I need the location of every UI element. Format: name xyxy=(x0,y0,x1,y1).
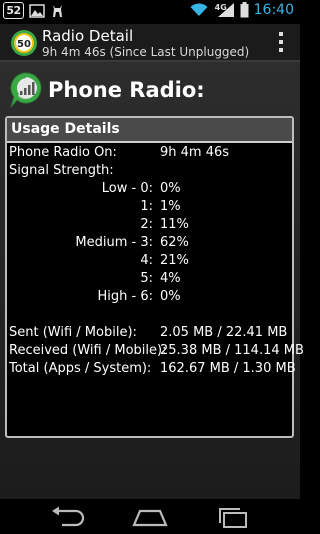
action-bar: 50 Radio Detail 9h 4m 46s (Since Last Un… xyxy=(0,24,300,60)
received-row: Received (Wifi / Mobile): 25.38 MB / 114… xyxy=(7,342,304,360)
signal-level-value: 1% xyxy=(160,199,181,214)
signal-level-value: 0% xyxy=(160,289,181,304)
cat-notification-icon xyxy=(53,4,62,17)
signal-level-row: 4: 21% xyxy=(7,252,292,270)
status-right-icons: 4G 16:40 xyxy=(190,2,294,18)
signal-level-value: 62% xyxy=(160,235,189,250)
sent-row: Sent (Wifi / Mobile): 2.05 MB / 22.41 MB xyxy=(7,324,292,342)
signal-level-label: Medium - 3: xyxy=(75,235,153,250)
back-button-icon[interactable] xyxy=(48,505,88,529)
signal-level-label: 2: xyxy=(140,217,153,232)
phone-radio-on-row: Phone Radio On: 9h 4m 46s xyxy=(7,144,292,162)
signal-level-row: Medium - 3: 62% xyxy=(7,234,292,252)
status-bar: 52 4G 16:40 xyxy=(0,0,300,24)
phone-radio-on-value: 9h 4m 46s xyxy=(160,145,230,160)
status-time: 16:40 xyxy=(253,2,294,18)
signal-strength-row: Signal Strength: xyxy=(7,162,292,180)
signal-level-row: 1: 1% xyxy=(7,198,292,216)
signal-level-label: High - 6: xyxy=(97,289,154,304)
usage-details-card: Usage Details Phone Radio On: 9h 4m 46s … xyxy=(5,116,304,438)
signal-level-value: 4% xyxy=(160,271,181,286)
total-value: 162.67 MB / 1.30 MB xyxy=(160,361,296,376)
received-value: 25.38 MB / 114.14 MB xyxy=(160,343,304,358)
cell-signal-icon: 4G xyxy=(213,2,235,18)
signal-level-label: Low - 0: xyxy=(101,181,153,196)
signal-level-value: 11% xyxy=(160,217,189,232)
wifi-icon xyxy=(190,3,208,16)
page-title: Phone Radio: xyxy=(48,78,205,102)
signal-level-label: 5: xyxy=(140,271,153,286)
page-heading-row: Phone Radio: xyxy=(8,70,205,110)
navigation-bar xyxy=(0,499,300,534)
signal-bubble-icon xyxy=(10,72,42,108)
action-bar-title: Radio Detail xyxy=(42,27,134,45)
signal-level-label: 4: xyxy=(140,253,153,268)
signal-level-value: 21% xyxy=(160,253,189,268)
signal-level-row: Low - 0: 0% xyxy=(7,180,292,198)
signal-level-row: High - 6: 0% xyxy=(7,288,292,306)
signal-level-value: 0% xyxy=(160,181,181,196)
app-logo-icon[interactable]: 50 xyxy=(10,29,38,57)
image-notification-icon xyxy=(29,3,45,18)
received-label: Received (Wifi / Mobile): xyxy=(9,343,167,358)
signal-level-row: 5: 4% xyxy=(7,270,292,288)
main-content: Phone Radio: Usage Details Phone Radio O… xyxy=(0,62,304,499)
total-label: Total (Apps / System): xyxy=(9,361,152,376)
signal-level-row: 2: 11% xyxy=(7,216,292,234)
app-logo-text: 50 xyxy=(17,39,31,50)
signal-strength-label: Signal Strength: xyxy=(9,163,114,178)
total-row: Total (Apps / System): 162.67 MB / 1.30 … xyxy=(7,360,296,378)
home-button-icon[interactable] xyxy=(130,505,170,529)
recent-apps-button-icon[interactable] xyxy=(212,505,252,529)
action-bar-subtitle: 9h 4m 46s (Since Last Unplugged) xyxy=(42,45,250,59)
notification-count-badge: 52 xyxy=(3,2,24,19)
phone-radio-on-label: Phone Radio On: xyxy=(9,145,117,160)
battery-icon xyxy=(240,2,249,18)
status-left-icons: 52 xyxy=(3,2,64,19)
sent-label: Sent (Wifi / Mobile): xyxy=(9,325,137,340)
overflow-menu-icon[interactable] xyxy=(276,32,286,52)
usage-details-header: Usage Details xyxy=(7,118,292,143)
sent-value: 2.05 MB / 22.41 MB xyxy=(160,325,288,340)
signal-level-label: 1: xyxy=(140,199,153,214)
